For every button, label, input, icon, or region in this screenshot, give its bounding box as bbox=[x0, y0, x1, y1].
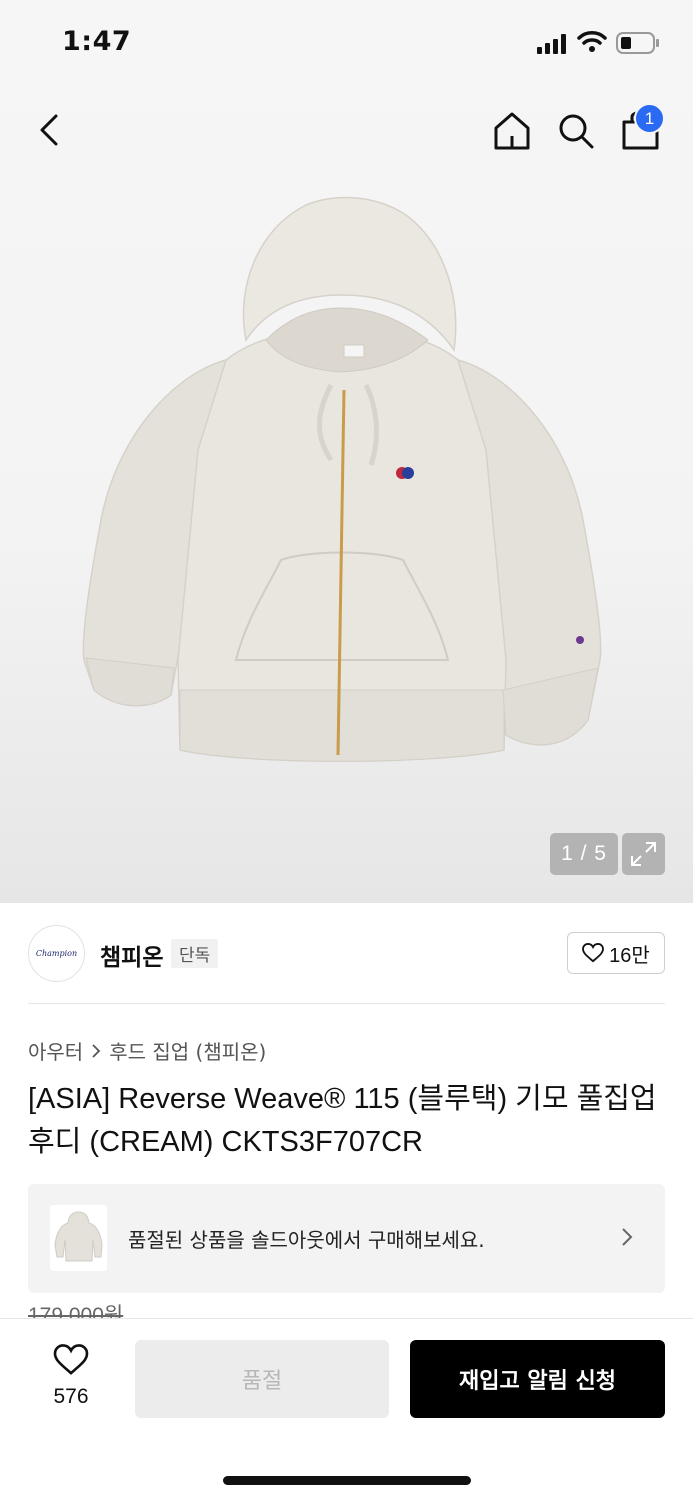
product-image bbox=[82, 196, 602, 762]
status-bar: 1:47 bbox=[0, 0, 693, 88]
soldout-banner[interactable]: 품절된 상품을 솔드아웃에서 구매해보세요. bbox=[28, 1184, 665, 1293]
chevron-right-icon bbox=[92, 1043, 101, 1058]
product-thumbnail-image bbox=[54, 1211, 103, 1262]
product-title: [ASIA] Reverse Weave® 115 (블루택) 기모 풀집업후디… bbox=[28, 1083, 657, 1158]
breadcrumb: 아우터 후드 집업 (챔피온) bbox=[28, 1036, 266, 1065]
home-button[interactable] bbox=[490, 108, 534, 152]
cart-count-badge: 1 bbox=[634, 103, 665, 134]
chevron-left-icon bbox=[40, 114, 58, 146]
soldout-message: 품절된 상품을 솔드아웃에서 구매해보세요. bbox=[128, 1228, 485, 1252]
status-time: 1:47 bbox=[62, 26, 132, 57]
image-pager: 1 / 5 bbox=[550, 833, 618, 875]
heart-icon bbox=[582, 943, 605, 963]
battery-icon bbox=[616, 32, 659, 54]
back-button[interactable] bbox=[30, 108, 70, 152]
home-icon bbox=[494, 112, 530, 150]
brand-logo[interactable]: Champion bbox=[28, 925, 85, 982]
search-button[interactable] bbox=[556, 108, 596, 152]
soldout-button[interactable]: 품절 bbox=[135, 1340, 389, 1418]
home-indicator[interactable] bbox=[223, 1476, 471, 1485]
brand-name[interactable]: 챔피온 bbox=[100, 938, 163, 972]
exclusive-tag: 단독 bbox=[171, 939, 219, 968]
signal-icon bbox=[537, 34, 566, 54]
brand-like-button[interactable]: 16만 bbox=[567, 932, 665, 974]
product-image-gallery[interactable]: 1 1 / 5 bbox=[0, 0, 693, 903]
chevron-right-icon bbox=[622, 1228, 633, 1246]
divider bbox=[28, 1003, 665, 1004]
restock-alert-button[interactable]: 재입고 알림 신청 bbox=[410, 1340, 665, 1418]
search-icon bbox=[559, 114, 594, 149]
expand-icon bbox=[631, 842, 656, 866]
heart-icon bbox=[53, 1344, 89, 1375]
breadcrumb-category[interactable]: 아우터 bbox=[28, 1036, 83, 1065]
brand-like-count: 16만 bbox=[609, 944, 650, 967]
wishlist-button[interactable]: 576 bbox=[40, 1344, 102, 1410]
soldout-thumbnail bbox=[50, 1205, 107, 1271]
brand-logo-text: Champion bbox=[35, 949, 78, 958]
wishlist-count: 576 bbox=[53, 1385, 89, 1408]
expand-image-button[interactable] bbox=[622, 833, 665, 875]
wifi-icon bbox=[577, 31, 607, 52]
breadcrumb-subcategory[interactable]: 후드 집업 (챔피온) bbox=[109, 1036, 266, 1065]
